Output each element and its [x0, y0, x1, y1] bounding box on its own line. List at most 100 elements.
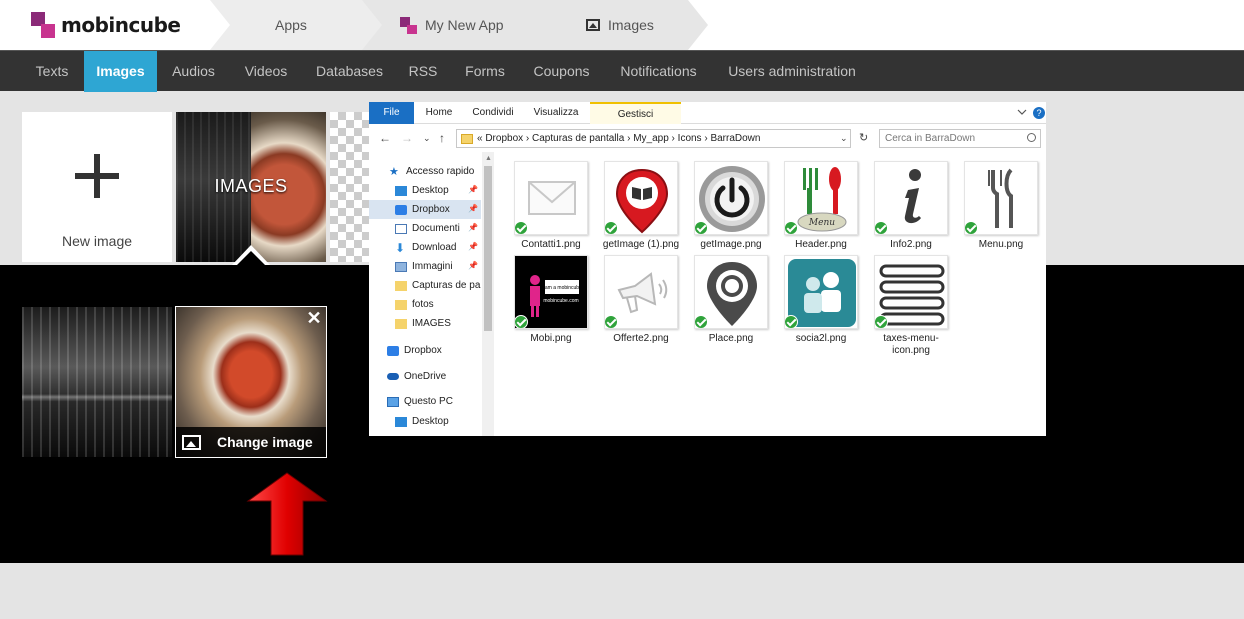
megaphone-icon [604, 255, 678, 329]
up-arrow-icon[interactable]: ↑ [439, 131, 445, 145]
dropbox-icon [387, 345, 399, 356]
file-item[interactable]: socia2l.png [781, 255, 861, 345]
nav-pane-pictures[interactable]: Immagini 📌 [395, 257, 481, 276]
location-pin-icon [694, 255, 768, 329]
address-path: « Dropbox › Capturas de pantalla › My_ap… [477, 133, 761, 144]
mobincube-logo[interactable]: mobincube [31, 8, 181, 42]
nav-coupons[interactable]: Coupons [524, 51, 599, 92]
file-item[interactable]: Place.png [691, 255, 771, 345]
info-icon [874, 161, 948, 235]
social-group-icon [784, 255, 858, 329]
plus-icon [75, 154, 119, 198]
nav-pane-scrollbar[interactable]: ▲ [482, 152, 494, 436]
sync-check-icon [695, 315, 708, 328]
nav-forms[interactable]: Forms [456, 51, 514, 92]
nav-audios[interactable]: Audios [160, 51, 227, 92]
fork-knife-icon [964, 161, 1038, 235]
images-folder-label: IMAGES [214, 176, 288, 196]
document-icon [395, 223, 407, 234]
ribbon-tab-manage[interactable]: Gestisci [590, 102, 681, 124]
address-bar[interactable]: « Dropbox › Capturas de pantalla › My_ap… [456, 129, 851, 148]
image-icon [586, 19, 600, 31]
breadcrumb-my-new-app[interactable]: My New App [362, 0, 562, 50]
nav-pane-download[interactable]: ⬇ Download 📌 [395, 238, 481, 257]
images-folder-tile[interactable]: IMAGES [176, 112, 326, 262]
ribbon-tab-share[interactable]: Condividi [465, 102, 521, 124]
pin-icon: 📌 [468, 223, 478, 232]
new-image-tile[interactable]: New image [22, 112, 172, 262]
scroll-up-icon[interactable]: ▲ [485, 155, 492, 162]
folder-icon [395, 318, 407, 329]
transparent-image-tile[interactable] [330, 112, 370, 262]
star-icon: ★ [389, 165, 399, 178]
file-item[interactable]: Info2.png [871, 161, 951, 251]
svg-text:Menu: Menu [808, 218, 835, 228]
ribbon-controls[interactable]: ? [1016, 106, 1046, 120]
file-item[interactable]: getImage.png [691, 161, 771, 251]
sync-check-icon [515, 315, 528, 328]
nav-rss[interactable]: RSS [400, 51, 446, 92]
file-explorer-window: File Home Condividi Visualizza Gestisci … [369, 102, 1046, 436]
nav-pane-capturas[interactable]: Capturas de pan [395, 276, 481, 295]
back-arrow-icon[interactable]: ← [379, 131, 391, 145]
pictures-icon [395, 261, 407, 272]
sync-check-icon [605, 315, 618, 328]
pin-icon: 📌 [468, 261, 478, 270]
navigation-pane: ★ Accesso rapido Desktop 📌 Dropbox 📌 Doc… [369, 152, 494, 436]
nav-pane-fotos[interactable]: fotos [395, 295, 481, 314]
nav-notifications[interactable]: Notifications [608, 51, 709, 92]
sync-check-icon [605, 221, 618, 234]
refresh-icon[interactable]: ↻ [859, 131, 868, 144]
file-item[interactable]: getImage (1).png [601, 161, 681, 251]
desktop-icon [395, 185, 407, 196]
sync-check-icon [515, 221, 528, 234]
close-icon[interactable]: ✕ [306, 309, 322, 327]
file-item[interactable]: Menu.png [961, 161, 1041, 251]
breadcrumb-images[interactable]: Images [540, 0, 708, 50]
ribbon-tab-file[interactable]: File [369, 102, 414, 124]
cutlery-menu-icon: Menu [784, 161, 858, 235]
breadcrumb-images-label: Images [608, 17, 654, 33]
file-item[interactable]: Menu Header.png [781, 161, 861, 251]
nav-pane-dropbox[interactable]: Dropbox 📌 [369, 200, 481, 219]
nav-users-administration[interactable]: Users administration [718, 51, 866, 92]
nav-texts[interactable]: Texts [22, 51, 82, 92]
section-nav: Texts Images Audios Videos Databases RSS… [0, 50, 1244, 92]
ribbon-tab-view[interactable]: Visualizza [529, 102, 583, 124]
sync-check-icon [965, 221, 978, 234]
app-icon [400, 16, 417, 34]
search-placeholder: Cerca in BarraDown [885, 133, 976, 144]
nav-databases[interactable]: Databases [308, 51, 391, 92]
red-arrow-icon [246, 472, 328, 556]
top-header: mobincube Apps My New App Images [0, 0, 1244, 50]
forward-arrow-icon[interactable]: → [401, 131, 413, 145]
book-pin-icon [604, 161, 678, 235]
sync-check-icon [875, 221, 888, 234]
sync-check-icon [695, 221, 708, 234]
file-item[interactable]: Offerte2.png [601, 255, 681, 345]
nav-pane-images[interactable]: IMAGES [395, 314, 481, 333]
nav-pane-desktop[interactable]: Desktop 📌 [395, 181, 481, 200]
search-input[interactable]: Cerca in BarraDown [879, 129, 1041, 148]
city-image-thumbnail[interactable] [22, 307, 172, 457]
recent-dropdown-icon[interactable]: ⌄ [423, 133, 431, 144]
nav-images[interactable]: Images [84, 51, 157, 92]
dropbox-icon [395, 204, 407, 215]
svg-text:I am a mobincube: I am a mobincube [542, 285, 582, 291]
nav-pane-pc-desktop[interactable]: Desktop [395, 412, 481, 431]
change-image-button[interactable]: Change image [176, 427, 326, 457]
file-item[interactable]: taxes-menu-icon.png [871, 255, 951, 357]
scroll-thumb[interactable] [484, 166, 492, 331]
food-image-thumbnail[interactable]: ✕ Change image [175, 306, 327, 458]
file-item[interactable]: I am a mobincube mobincube.com Mobi.png [511, 255, 591, 345]
ribbon-tab-home[interactable]: Home [419, 102, 459, 124]
nav-pane-documents[interactable]: Documenti 📌 [395, 219, 481, 238]
power-button-icon [694, 161, 768, 235]
breadcrumb-my-new-app-label: My New App [425, 17, 504, 33]
nav-videos[interactable]: Videos [234, 51, 298, 92]
address-dropdown-icon[interactable]: ⌄ [840, 133, 848, 144]
file-item[interactable]: Contatti1.png [511, 161, 591, 251]
image-icon [182, 434, 201, 450]
address-row: ← → ⌄ ↑ « Dropbox › Capturas de pantalla… [369, 126, 1046, 150]
sync-check-icon [785, 221, 798, 234]
